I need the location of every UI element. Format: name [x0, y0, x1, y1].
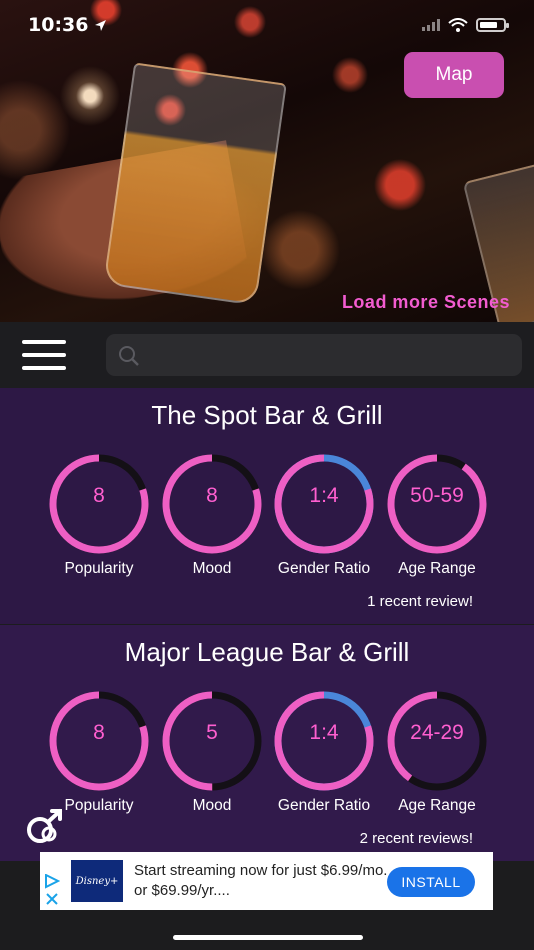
wifi-icon [448, 18, 468, 32]
install-button[interactable]: INSTALL [387, 867, 475, 897]
status-time: 10:36 [28, 14, 107, 36]
load-more-scenes-link[interactable]: Load more Scenes [342, 292, 510, 313]
hamburger-menu-icon[interactable] [22, 338, 68, 372]
stat-mood: 5 Mood [156, 689, 268, 815]
recent-reviews-link[interactable]: 2 recent reviews! [360, 830, 473, 847]
ad-brand-text: Disney+ [75, 875, 119, 887]
stat-value: 8 [206, 484, 218, 507]
stat-label: Age Range [398, 797, 476, 814]
time-text: 10:36 [28, 14, 89, 36]
stat-label: Popularity [64, 560, 134, 577]
gender-symbol-icon[interactable] [22, 808, 68, 848]
status-icons [422, 18, 509, 32]
location-arrow-icon [95, 19, 107, 31]
hero-image: 10:36 Map Load more Scenes [0, 0, 534, 322]
stat-popularity: 8 Popularity [43, 452, 155, 578]
stat-value: 1:4 [309, 721, 339, 744]
search-input[interactable] [146, 334, 510, 378]
venue-name[interactable]: Major League Bar & Grill [0, 637, 534, 668]
stat-value: 24-29 [410, 721, 464, 744]
venue-name[interactable]: The Spot Bar & Grill [0, 400, 534, 431]
venue-card[interactable]: The Spot Bar & Grill 8 Popularity 8 Mood 1:4 G… [0, 388, 534, 624]
status-bar: 10:36 [0, 0, 534, 50]
stat-gender-ratio: 1:4 Gender Ratio [268, 452, 380, 578]
signal-icon [422, 19, 440, 31]
stat-popularity: 8 Popularity [43, 689, 155, 815]
home-indicator [173, 935, 363, 940]
search-bar[interactable] [106, 334, 522, 378]
ad-text: Start streaming now for just $6.99/mo. o… [134, 862, 388, 899]
stat-value: 8 [93, 484, 105, 507]
stat-value: 1:4 [309, 484, 339, 507]
stat-label: Mood [192, 560, 232, 577]
stat-label: Age Range [398, 560, 476, 577]
adchoices-icon[interactable] [44, 874, 60, 906]
recent-reviews-link[interactable]: 1 recent review! [367, 593, 473, 610]
battery-level [480, 22, 497, 28]
toolbar [0, 322, 534, 388]
beer-glass-graphic [103, 62, 287, 306]
search-icon [119, 346, 139, 366]
stat-value: 5 [206, 721, 218, 744]
stat-value: 50-59 [410, 484, 464, 507]
stat-label: Gender Ratio [277, 560, 371, 577]
disney-plus-logo: Disney+ [71, 860, 123, 902]
map-button[interactable]: Map [404, 52, 504, 98]
stat-gender-ratio: 1:4 Gender Ratio [268, 689, 380, 815]
stat-age-range: 50-59 Age Range [381, 452, 493, 578]
stat-mood: 8 Mood [156, 452, 268, 578]
stat-label: Mood [192, 797, 232, 814]
battery-icon [476, 18, 509, 32]
stat-age-range: 24-29 Age Range [381, 689, 493, 815]
ad-banner[interactable]: Disney+ Start streaming now for just $6.… [40, 852, 493, 910]
venue-card[interactable]: Major League Bar & Grill 8 Popularity 5 Mood… [0, 625, 534, 861]
stat-value: 8 [93, 721, 105, 744]
stat-label: Gender Ratio [277, 797, 371, 814]
